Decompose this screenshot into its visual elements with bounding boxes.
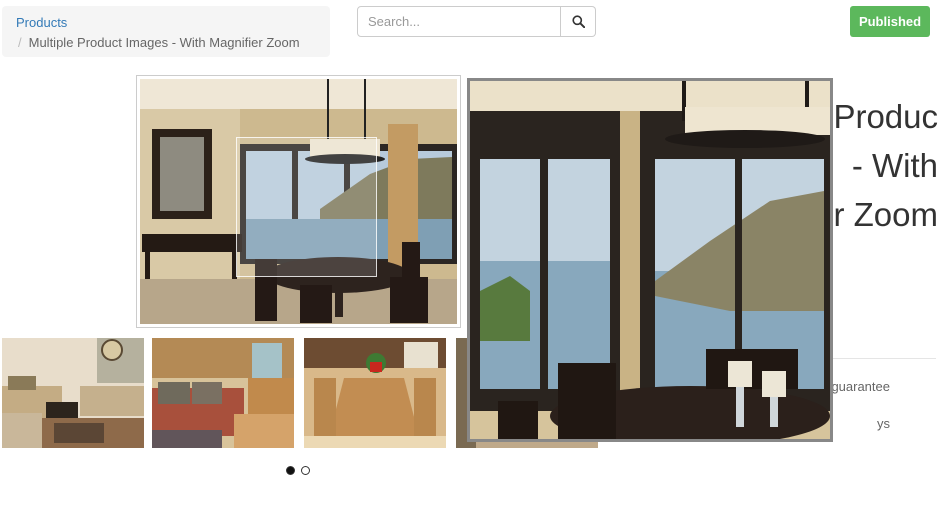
breadcrumb: Products / Multiple Product Images - With… (2, 6, 330, 57)
search-group (357, 6, 596, 37)
zoomed-image (470, 81, 830, 439)
breadcrumb-separator: / (18, 35, 22, 50)
published-button[interactable]: Published (850, 6, 930, 37)
search-input[interactable] (357, 6, 561, 37)
breadcrumb-link-products[interactable]: Products (16, 14, 316, 31)
thumbnail-living-room[interactable] (2, 338, 144, 448)
breadcrumb-current-label: Multiple Product Images - With Magnifier… (28, 35, 300, 50)
thumbnail-sofa-room[interactable] (152, 338, 294, 448)
breadcrumb-current: / Multiple Product Images - With Magnifie… (16, 34, 316, 51)
carousel-dots (286, 466, 310, 475)
search-button[interactable] (561, 6, 596, 37)
carousel-dot-1[interactable] (286, 466, 295, 475)
carousel-dot-2[interactable] (301, 466, 310, 475)
dining-room-image (140, 79, 457, 324)
search-icon (571, 15, 585, 28)
zoom-window (467, 78, 833, 442)
thumbnail-dining-table[interactable] (304, 338, 446, 448)
main-product-image[interactable] (136, 75, 461, 328)
